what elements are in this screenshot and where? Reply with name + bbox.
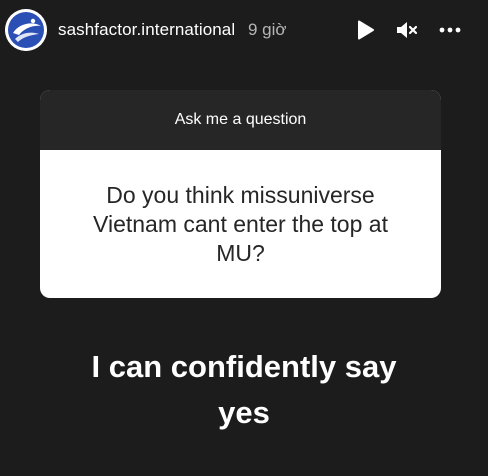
answer-line-1: I can confidently say (91, 349, 397, 384)
play-button[interactable] (353, 18, 377, 42)
username[interactable]: sashfactor.international (58, 20, 235, 40)
answer-text: I can confidently say yes (0, 344, 488, 436)
mute-button[interactable] (394, 18, 418, 42)
question-text: Do you think missuniverse Vietnam cant e… (93, 181, 388, 266)
more-icon (439, 27, 461, 33)
more-options-button[interactable] (438, 18, 462, 42)
story-viewer: sashfactor.international 9 giờ Ask me a … (0, 0, 488, 476)
avatar[interactable] (5, 9, 47, 51)
play-icon (358, 20, 374, 40)
question-prompt: Ask me a question (40, 90, 441, 150)
post-time: 9 giờ (248, 20, 287, 39)
answer-line-2: yes (218, 395, 270, 430)
mute-icon (397, 22, 418, 38)
question-text-container: Do you think missuniverse Vietnam cant e… (40, 150, 441, 298)
question-sticker: Ask me a question Do you think missunive… (40, 90, 441, 298)
sashfactor-logo-icon (5, 9, 47, 51)
story-header: sashfactor.international 9 giờ (0, 0, 488, 64)
